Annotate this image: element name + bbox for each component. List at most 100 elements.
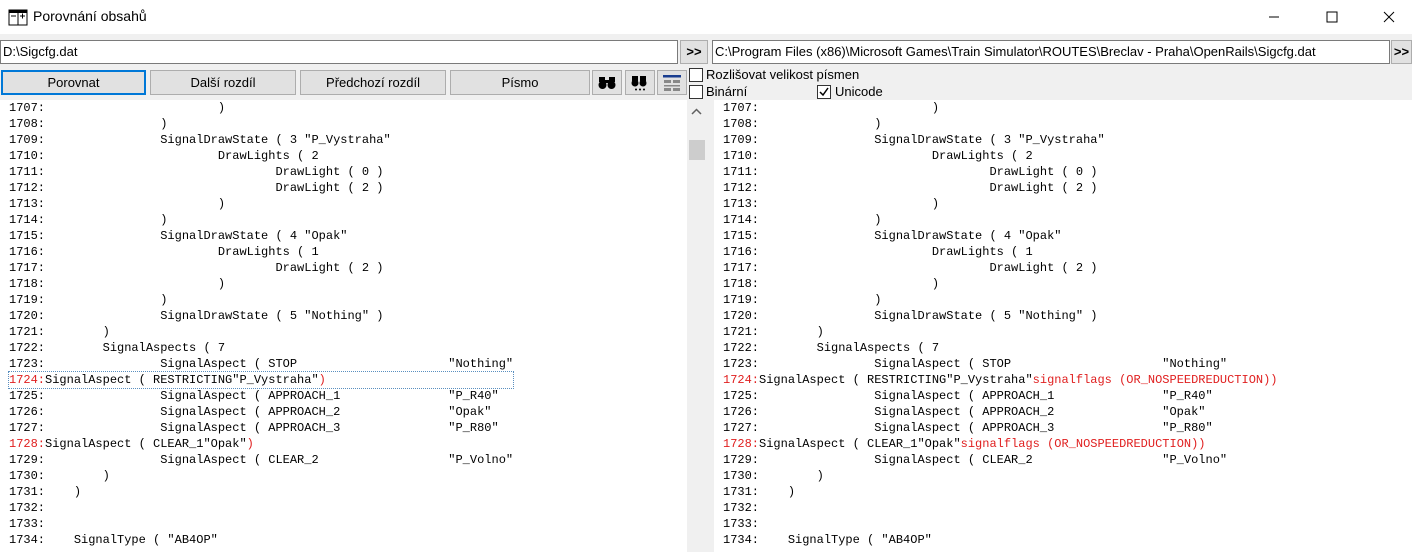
line-number: 1731: [723, 485, 760, 499]
code-line[interactable]: 1712: DrawLight ( 2 ) [9, 180, 513, 196]
diff-line[interactable]: 1728:SignalAspect ( CLEAR_1"Opak"signalf… [723, 436, 1278, 452]
code-line[interactable]: 1726: SignalAspect ( APPROACH_2 "Opak" [9, 404, 513, 420]
minimize-button[interactable] [1251, 0, 1297, 34]
code-line[interactable]: 1719: ) [723, 292, 1278, 308]
line-text: ) [45, 469, 110, 483]
line-text: SignalDrawState ( 5 "Nothing" ) [759, 309, 1098, 323]
line-number: 1707: [9, 101, 46, 115]
line-number: 1734: [9, 533, 46, 547]
code-line[interactable]: 1733: [9, 516, 513, 532]
left-vertical-scrollbar[interactable] [687, 100, 706, 552]
code-line[interactable]: 1715: SignalDrawState ( 4 "Opak" [9, 228, 513, 244]
line-number: 1727: [9, 421, 46, 435]
code-line[interactable]: 1727: SignalAspect ( APPROACH_3 "P_R80" [9, 420, 513, 436]
code-line[interactable]: 1723: SignalAspect ( STOP "Nothing" [9, 356, 513, 372]
left-text-pane[interactable]: 1707: ) 1708: ) 1709: SignalDrawState ( 3 … [0, 100, 687, 552]
left-file-path-input[interactable]: D:\Sigcfg.dat [0, 40, 678, 64]
code-line[interactable]: 1708: ) [9, 116, 513, 132]
line-number: 1710: [9, 149, 46, 163]
code-line[interactable]: 1730: ) [723, 468, 1278, 484]
line-number: 1710: [723, 149, 760, 163]
diff-line[interactable]: 1724:SignalAspect ( RESTRICTING"P_Vystra… [7, 371, 515, 389]
scrollbar-thumb[interactable] [689, 140, 705, 160]
line-text: DrawLight ( 2 ) [759, 181, 1098, 195]
code-line[interactable]: 1734: SignalType ( "AB4OP" [9, 532, 513, 548]
line-text: SignalAspect ( STOP "Nothing" [45, 357, 514, 371]
code-line[interactable]: 1712: DrawLight ( 2 ) [723, 180, 1278, 196]
pane-splitter[interactable] [706, 100, 714, 552]
code-line[interactable]: 1720: SignalDrawState ( 5 "Nothing" ) [9, 308, 513, 324]
previous-difference-button[interactable]: Předchozí rozdíl [300, 70, 446, 95]
code-line[interactable]: 1734: SignalType ( "AB4OP" [723, 532, 1278, 548]
code-line[interactable]: 1714: ) [723, 212, 1278, 228]
code-line[interactable]: 1709: SignalDrawState ( 3 "P_Vystraha" [9, 132, 513, 148]
line-number: 1734: [723, 533, 760, 547]
code-line[interactable]: 1709: SignalDrawState ( 3 "P_Vystraha" [723, 132, 1278, 148]
line-number: 1707: [723, 101, 760, 115]
line-text: DrawLight ( 2 ) [759, 261, 1098, 275]
code-line[interactable]: 1707: ) [9, 100, 513, 116]
code-line[interactable]: 1717: DrawLight ( 2 ) [9, 260, 513, 276]
code-line[interactable]: 1715: SignalDrawState ( 4 "Opak" [723, 228, 1278, 244]
line-text: ) [759, 101, 940, 115]
right-copy-path-button[interactable]: >> [1391, 40, 1412, 64]
code-line[interactable]: 1731: ) [723, 484, 1278, 500]
code-line[interactable]: 1725: SignalAspect ( APPROACH_1 "P_R40" [723, 388, 1278, 404]
code-line[interactable]: 1714: ) [9, 212, 513, 228]
maximize-button[interactable] [1309, 0, 1355, 34]
diff-line[interactable]: 1728:SignalAspect ( CLEAR_1"Opak") [9, 436, 513, 452]
unicode-checkbox[interactable] [817, 85, 831, 99]
close-button[interactable] [1366, 0, 1412, 34]
code-line[interactable]: 1711: DrawLight ( 0 ) [9, 164, 513, 180]
case-sensitive-checkbox[interactable] [689, 68, 703, 82]
code-line[interactable]: 1718: ) [9, 276, 513, 292]
code-line[interactable]: 1717: DrawLight ( 2 ) [723, 260, 1278, 276]
code-line[interactable]: 1733: [723, 516, 1278, 532]
code-line[interactable]: 1720: SignalDrawState ( 5 "Nothing" ) [723, 308, 1278, 324]
code-line[interactable]: 1713: ) [723, 196, 1278, 212]
code-line[interactable]: 1732: [9, 500, 513, 516]
next-difference-button[interactable]: Další rozdíl [150, 70, 296, 95]
code-line[interactable]: 1731: ) [9, 484, 513, 500]
line-number: 1724: [9, 373, 46, 387]
close-icon [1383, 11, 1395, 23]
code-line[interactable]: 1707: ) [723, 100, 1278, 116]
code-line[interactable]: 1708: ) [723, 116, 1278, 132]
right-text-pane[interactable]: 1707: ) 1708: ) 1709: SignalDrawState ( 3 … [714, 100, 1412, 552]
code-line[interactable]: 1721: ) [723, 324, 1278, 340]
font-button[interactable]: Písmo [450, 70, 590, 95]
code-line[interactable]: 1716: DrawLights ( 1 [9, 244, 513, 260]
code-line[interactable]: 1711: DrawLight ( 0 ) [723, 164, 1278, 180]
left-copy-path-button[interactable]: >> [680, 40, 708, 64]
find-next-button[interactable] [625, 70, 655, 95]
format-button[interactable] [657, 70, 687, 95]
line-text: ) [45, 213, 168, 227]
code-line[interactable]: 1725: SignalAspect ( APPROACH_1 "P_R40" [9, 388, 513, 404]
compare-button[interactable]: Porovnat [1, 70, 146, 95]
code-line[interactable]: 1723: SignalAspect ( STOP "Nothing" [723, 356, 1278, 372]
binary-checkbox[interactable] [689, 85, 703, 99]
diff-line[interactable]: 1724:SignalAspect ( RESTRICTING"P_Vystra… [723, 372, 1278, 388]
line-text: SignalDrawState ( 5 "Nothing" ) [45, 309, 384, 323]
code-line[interactable]: 1732: [723, 500, 1278, 516]
code-line[interactable]: 1713: ) [9, 196, 513, 212]
code-line[interactable]: 1730: ) [9, 468, 513, 484]
code-line[interactable]: 1721: ) [9, 324, 513, 340]
code-line[interactable]: 1716: DrawLights ( 1 [723, 244, 1278, 260]
code-line[interactable]: 1722: SignalAspects ( 7 [9, 340, 513, 356]
code-line[interactable]: 1718: ) [723, 276, 1278, 292]
code-line[interactable]: 1727: SignalAspect ( APPROACH_3 "P_R80" [723, 420, 1278, 436]
find-button[interactable] [592, 70, 622, 95]
code-line[interactable]: 1722: SignalAspects ( 7 [723, 340, 1278, 356]
code-line[interactable]: 1729: SignalAspect ( CLEAR_2 "P_Volno" [723, 452, 1278, 468]
line-number: 1715: [723, 229, 760, 243]
code-line[interactable]: 1719: ) [9, 292, 513, 308]
code-line[interactable]: 1710: DrawLights ( 2 [9, 148, 513, 164]
right-file-path-input[interactable]: C:\Program Files (x86)\Microsoft Games\T… [712, 40, 1390, 64]
code-line[interactable]: 1710: DrawLights ( 2 [723, 148, 1278, 164]
line-text: ) [759, 325, 824, 339]
line-text: ) [759, 469, 824, 483]
code-line[interactable]: 1726: SignalAspect ( APPROACH_2 "Opak" [723, 404, 1278, 420]
code-line[interactable]: 1729: SignalAspect ( CLEAR_2 "P_Volno" [9, 452, 513, 468]
line-number: 1730: [9, 469, 46, 483]
